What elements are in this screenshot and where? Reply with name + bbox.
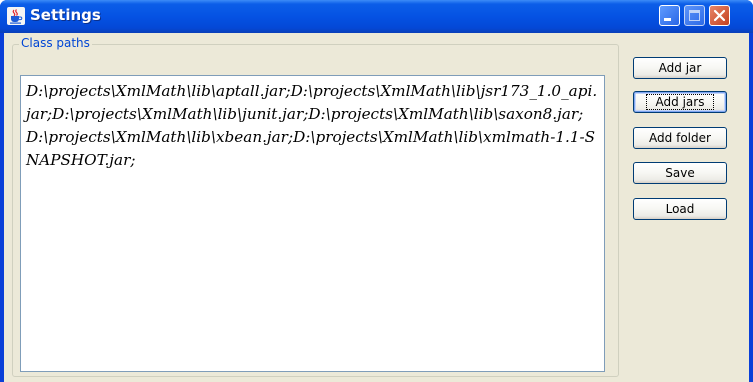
save-label: Save [665,166,695,180]
add-jars-label: Add jars [645,94,715,110]
load-label: Load [665,202,695,216]
load-button[interactable]: Load [633,198,727,220]
java-cup-icon [7,7,25,25]
dialog-content: Class paths D:\projects\XmlMath\lib\apta… [4,33,749,382]
title-bar[interactable]: Settings [0,0,753,33]
save-button[interactable]: Save [633,162,727,184]
add-folder-label: Add folder [649,131,711,145]
close-x-glyph [713,9,726,22]
settings-window: Settings Class paths D:\projects\XmlMath… [0,0,753,382]
add-jar-button[interactable]: Add jar [633,57,727,79]
maximize-icon[interactable] [684,5,705,26]
class-paths-textarea[interactable]: D:\projects\XmlMath\lib\aptall.jar;D:\pr… [20,75,605,372]
add-jars-button[interactable]: Add jars [633,91,727,113]
close-icon[interactable] [709,5,730,26]
window-title: Settings [30,6,101,24]
add-folder-button[interactable]: Add folder [633,127,727,149]
minimize-icon[interactable] [659,5,680,26]
class-paths-label: Class paths [19,36,92,50]
add-jar-label: Add jar [658,61,702,75]
